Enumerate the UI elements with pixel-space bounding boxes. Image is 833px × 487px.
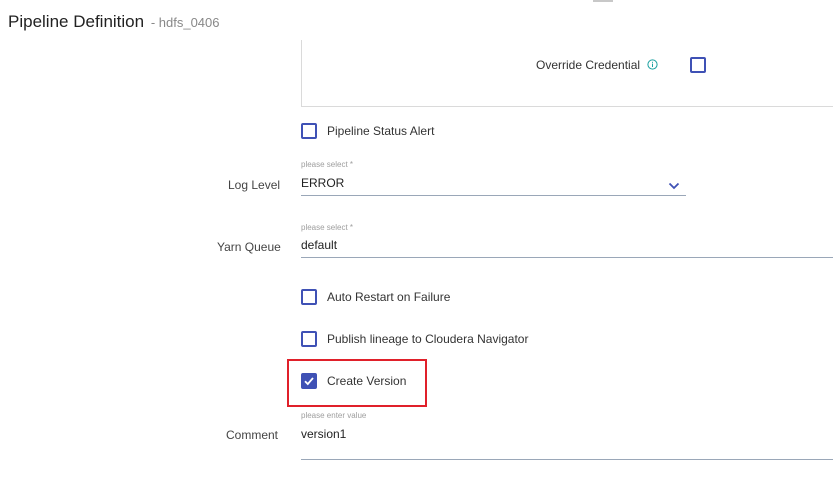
page-title-text: Pipeline Definition <box>8 12 145 31</box>
yarn-queue-select[interactable]: default <box>301 238 337 252</box>
comment-input[interactable]: version1 <box>301 427 346 441</box>
publish-lineage-checkbox[interactable] <box>301 331 317 347</box>
chevron-down-icon[interactable] <box>668 182 680 190</box>
yarn-queue-label: Yarn Queue <box>217 240 281 254</box>
page-title: Pipeline Definition - hdfs_0406 <box>8 12 220 32</box>
log-level-placeholder: please select * <box>301 160 354 169</box>
yarn-queue-underline <box>301 257 833 258</box>
create-version-checkbox[interactable] <box>301 373 317 389</box>
override-credential-checkbox[interactable] <box>690 57 706 73</box>
log-level-select[interactable]: ERROR <box>301 176 344 190</box>
log-level-underline <box>301 195 686 196</box>
log-level-label: Log Level <box>228 178 281 192</box>
credentials-panel <box>301 40 833 107</box>
yarn-queue-placeholder: please select * <box>301 223 354 232</box>
publish-lineage-label: Publish lineage to Cloudera Navigator <box>327 332 529 346</box>
pipeline-status-alert-checkbox[interactable] <box>301 123 317 139</box>
comment-placeholder: please enter value <box>301 411 367 420</box>
create-version-label: Create Version <box>327 374 407 388</box>
pipeline-definition-page: Pipeline Definition - hdfs_0406 Override… <box>0 0 833 487</box>
comment-underline <box>301 459 833 460</box>
page-subtitle: - hdfs_0406 <box>150 15 220 30</box>
info-icon[interactable] <box>647 59 658 70</box>
override-credential-label: Override Credential <box>536 58 641 72</box>
auto-restart-checkbox[interactable] <box>301 289 317 305</box>
check-icon <box>304 377 314 386</box>
scrollbar-stub <box>593 0 613 2</box>
pipeline-status-alert-label: Pipeline Status Alert <box>327 124 435 138</box>
auto-restart-label: Auto Restart on Failure <box>327 290 451 304</box>
comment-label: Comment <box>226 428 279 442</box>
